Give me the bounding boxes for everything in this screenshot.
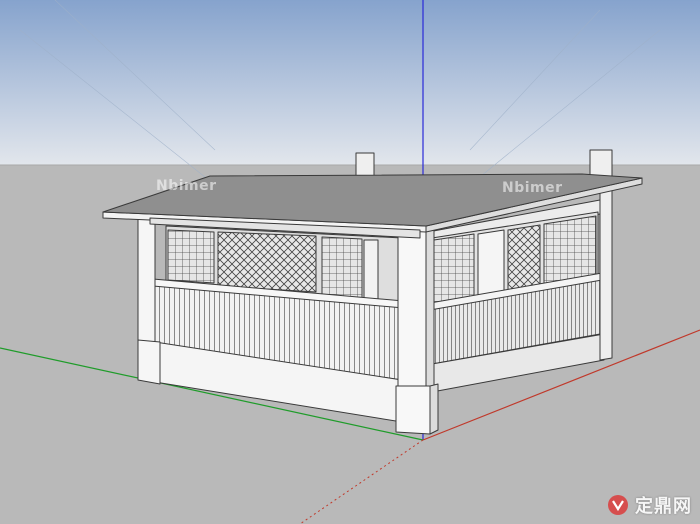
sketchup-viewport[interactable]: Nbimer Nbimer 定鼎网 xyxy=(0,0,700,524)
sky xyxy=(0,0,700,165)
brand-mark-icon xyxy=(608,495,628,515)
brand-text: 定鼎网 xyxy=(635,496,692,517)
left-lattice-3 xyxy=(321,236,363,301)
right-lattice-2 xyxy=(507,224,541,291)
brand-logo: 定鼎网 xyxy=(607,492,692,518)
column-corner-base-side xyxy=(429,383,439,435)
column-right xyxy=(599,181,613,361)
3d-scene[interactable] xyxy=(0,0,700,524)
left-lattice-1 xyxy=(167,229,215,284)
watermark-left: Nbimer xyxy=(156,178,217,194)
column-corner-base xyxy=(395,385,431,435)
door-opening xyxy=(363,239,379,307)
watermark-right: Nbimer xyxy=(502,180,563,196)
column-left-base xyxy=(137,339,161,385)
right-window xyxy=(477,229,505,297)
left-lattice-2 xyxy=(217,231,317,293)
right-lattice-1 xyxy=(433,233,475,305)
